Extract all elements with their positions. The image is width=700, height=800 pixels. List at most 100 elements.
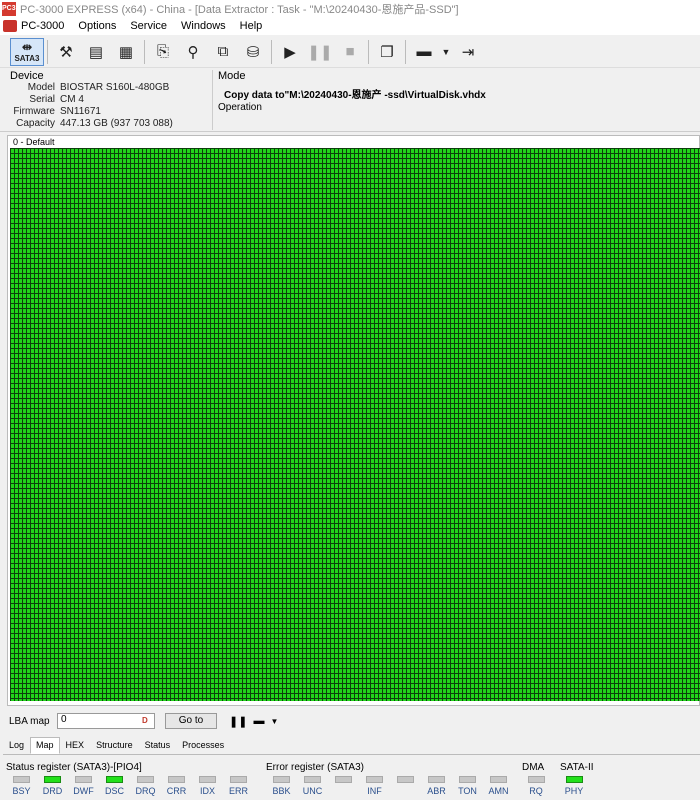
sata-leds: PHY: [560, 776, 594, 796]
led-label: DRQ: [135, 786, 156, 796]
info-divider: [212, 70, 213, 130]
model-value: BIOSTAR S160L-480GB: [60, 82, 170, 93]
model-row: Model BIOSTAR S160L-480GB: [10, 82, 210, 93]
led-label: BSY: [12, 786, 31, 796]
lba-bar: LBA map 0 D Go to ❚❚ ▬ ▼: [0, 708, 700, 734]
pause-icon[interactable]: ❚❚: [305, 38, 335, 66]
status-register-group: Status register (SATA3)-[PIO4] BSY DRD DWF…: [6, 762, 254, 796]
menu-help[interactable]: Help: [240, 20, 263, 32]
dma-leds: RQ: [522, 776, 550, 796]
sector-map-grid[interactable]: [10, 148, 700, 701]
capacity-row: Capacity 447.13 GB (937 703 088): [10, 118, 210, 129]
led-label: TON: [458, 786, 477, 796]
data-icon[interactable]: ▦: [111, 38, 141, 66]
mode-title: Mode: [218, 70, 246, 82]
play-icon[interactable]: ▶: [275, 38, 305, 66]
dma-group: DMA RQ: [522, 762, 550, 796]
sata3-label: SATA3: [14, 54, 40, 63]
led-cell: BBK: [266, 776, 297, 796]
status-registers: Status register (SATA3)-[PIO4] BSY DRD DWF…: [0, 758, 700, 800]
lba-map-label: LBA map: [9, 715, 50, 727]
map-dropdown-icon[interactable]: ▼: [270, 717, 278, 726]
tab-processes[interactable]: Processes: [176, 737, 230, 754]
sata3-port-button[interactable]: ⇹ SATA3: [10, 37, 44, 66]
led-cell: PHY: [560, 776, 588, 796]
tab-structure[interactable]: Structure: [90, 737, 139, 754]
led-cell: DSC: [99, 776, 130, 796]
led-indicator: [137, 776, 154, 783]
led-indicator: [230, 776, 247, 783]
led-cell: DWF: [68, 776, 99, 796]
led-indicator: [565, 776, 583, 783]
exit-icon[interactable]: ⇥: [453, 38, 483, 66]
error-register-group: Error register (SATA3) BBK UNC INF ABR TON AM…: [266, 762, 514, 796]
toolbar: ⇹ SATA3 ⚒ ▤ ▦ ⎘ ⚲ ⧉ ⛁ ▶ ❚❚ ■ ❐ ▬ ▼ ⇥: [0, 36, 700, 68]
window-title: PC-3000 EXPRESS (x64) - China - [Data Ex…: [20, 3, 459, 16]
led-cell: DRQ: [130, 776, 161, 796]
led-cell: [328, 776, 359, 796]
firmware-value: SN11671: [60, 106, 101, 117]
stop-icon[interactable]: ■: [335, 38, 365, 66]
led-indicator: [168, 776, 185, 783]
device-title: Device: [10, 70, 44, 82]
copy-icon[interactable]: ⧉: [208, 38, 238, 66]
app-menu-icon[interactable]: [3, 20, 17, 32]
led-label: IDX: [199, 786, 215, 796]
goto-button[interactable]: Go to: [165, 713, 217, 729]
led-indicator: [13, 776, 30, 783]
menu-service[interactable]: Service: [130, 20, 167, 32]
menu-pc3000[interactable]: PC-3000: [21, 20, 64, 32]
scan-icon[interactable]: ⎘: [148, 38, 178, 66]
map-icon[interactable]: ▬: [409, 38, 439, 66]
tab-status[interactable]: Status: [139, 737, 177, 754]
pause-map-icon[interactable]: ❚❚: [229, 715, 247, 728]
led-cell: BSY: [6, 776, 37, 796]
windows-icon[interactable]: ❐: [372, 38, 402, 66]
lba-format-icon[interactable]: D: [142, 716, 152, 726]
model-key: Model: [27, 82, 55, 93]
tab-map[interactable]: Map: [30, 737, 60, 754]
toolbar-separator: [47, 39, 48, 64]
disk-icon[interactable]: ⛁: [238, 38, 268, 66]
map-label: 0 - Default: [13, 137, 55, 147]
tab-log[interactable]: Log: [3, 737, 30, 754]
dropdown-chevron-icon[interactable]: ▼: [439, 38, 453, 66]
led-indicator: [397, 776, 414, 783]
mode-text: Copy data to"M:\20240430-恩施产 -ssd\Virtua…: [224, 90, 486, 101]
menu-bar: PC-3000 Options Service Windows Help: [0, 17, 700, 35]
lba-input[interactable]: 0 D: [57, 713, 155, 729]
led-label: UNC: [302, 786, 323, 796]
app-logo-icon: PC3K: [2, 1, 21, 16]
led-label: DRD: [42, 786, 63, 796]
tab-hex[interactable]: HEX: [60, 737, 91, 754]
led-cell: AMN: [483, 776, 514, 796]
led-indicator: [527, 776, 545, 783]
led-cell: INF: [359, 776, 390, 796]
led-indicator: [106, 776, 123, 783]
tools-icon[interactable]: ⚒: [51, 38, 81, 66]
map-view-icon[interactable]: ▬: [253, 715, 264, 727]
led-indicator: [199, 776, 216, 783]
menu-options[interactable]: Options: [78, 20, 116, 32]
toolbar-separator: [405, 39, 406, 64]
led-cell: CRR: [161, 776, 192, 796]
sector-map-panel: 0 - Default: [7, 135, 700, 706]
led-cell: IDX: [192, 776, 223, 796]
led-indicator: [335, 776, 352, 783]
menu-windows[interactable]: Windows: [181, 20, 226, 32]
led-cell: [390, 776, 421, 796]
read-icon[interactable]: ▤: [81, 38, 111, 66]
lba-tools: ❚❚ ▬ ▼: [229, 715, 278, 728]
led-indicator: [459, 776, 476, 783]
led-cell: RQ: [522, 776, 550, 796]
led-label: DSC: [104, 786, 124, 796]
find-icon[interactable]: ⚲: [178, 38, 208, 66]
bottom-tabs: Log Map HEX Structure Status Processes: [3, 737, 700, 755]
error-register-title: Error register (SATA3): [266, 762, 364, 773]
sata-group: SATA-II PHY: [560, 762, 594, 796]
operation-title: Operation: [218, 102, 262, 113]
device-info-panel: Device Model BIOSTAR S160L-480GB Serial …: [0, 68, 700, 132]
status-leds: BSY DRD DWF DSC DRQ CRR IDX ERR: [6, 776, 254, 796]
led-cell: ABR: [421, 776, 452, 796]
status-register-title: Status register (SATA3)-[PIO4]: [6, 762, 142, 773]
